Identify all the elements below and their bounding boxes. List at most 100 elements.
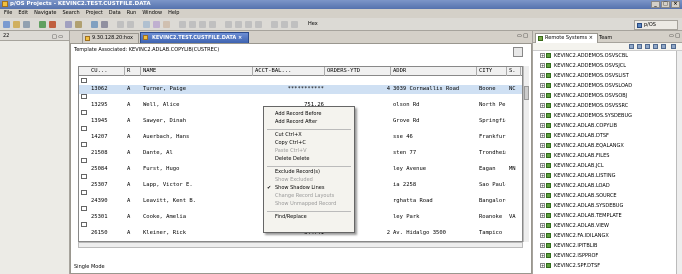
expand-icon[interactable]: + [540, 223, 545, 228]
cell-city[interactable]: Frankfurt [479, 133, 506, 142]
cell-cu[interactable]: 21508 [91, 149, 124, 158]
cell-cu[interactable]: 25307 [91, 181, 124, 190]
cell-name[interactable]: Cooke, Amelia [143, 213, 252, 222]
tool-icon[interactable] [179, 21, 186, 28]
cell-cu[interactable]: 13945 [91, 117, 124, 126]
tree-item[interactable]: + KEVINC2.ADDEMOS.SYSDEBUG [540, 112, 632, 120]
vertical-scrollbar[interactable] [676, 51, 682, 274]
cell-city[interactable]: Roanoke [479, 213, 506, 222]
cell-city[interactable]: Trondheim [479, 149, 506, 158]
expand-icon[interactable]: + [540, 163, 545, 168]
cell-cu[interactable]: 25301 [91, 213, 124, 222]
menu-run[interactable]: Run [127, 9, 137, 18]
cell-name[interactable]: Lapp, Victor E. [143, 181, 252, 190]
column-header[interactable]: CITY [477, 67, 507, 76]
tree-item[interactable]: + KEVINC2.ADLAB.DTSF [540, 132, 609, 140]
context-menu-item[interactable]: Show Shadow Lines [275, 185, 324, 191]
build-icon[interactable] [75, 21, 82, 28]
column-header[interactable]: R [125, 67, 141, 76]
expand-icon[interactable]: + [540, 53, 545, 58]
context-menu-item[interactable]: Add Record Before [275, 111, 321, 117]
cell-city[interactable]: Springfield [479, 117, 506, 126]
cell-city[interactable]: Boone [479, 85, 506, 94]
minimize-button[interactable]: _ [651, 1, 660, 8]
new-icon[interactable] [3, 21, 10, 28]
cell-addr[interactable]: Grove Rd [393, 117, 476, 126]
cell-r[interactable]: A [127, 133, 140, 142]
maximize-button[interactable]: □ [661, 1, 670, 8]
close-button[interactable]: × [671, 1, 680, 8]
cell-st[interactable]: NC [509, 85, 520, 94]
menu-help[interactable]: Help [168, 9, 179, 18]
expand-icon[interactable]: + [540, 153, 545, 158]
arrow-forward-icon[interactable] [127, 21, 134, 28]
cell-city[interactable]: North Perth [479, 101, 506, 110]
menu-search[interactable]: Search [63, 9, 80, 18]
expand-icon[interactable]: + [540, 93, 545, 98]
arrow-back-icon[interactable] [117, 21, 124, 28]
tree-item[interactable]: + KEVINC2.ADDEMOS.OSVSLIST [540, 72, 629, 80]
cell-addr[interactable]: sse 46 [393, 133, 476, 142]
editor-view-controls[interactable]: ▭ □ [517, 33, 528, 39]
search-icon[interactable] [65, 21, 72, 28]
open-icon[interactable] [13, 21, 20, 28]
cell-cu[interactable]: 13062 [91, 85, 124, 94]
tree-item[interactable]: + KEVINC2.ADDEMOS.OSVSJCL [540, 62, 626, 70]
tool-icon[interactable] [271, 21, 278, 28]
perspective-button[interactable]: p/OS Projects [634, 20, 678, 37]
expand-icon[interactable]: + [540, 183, 545, 188]
cell-addr[interactable]: ley Avenue [393, 165, 476, 174]
cell-st[interactable]: MN [509, 165, 520, 174]
tree-item[interactable]: + KEVINC2.ADDEMOS.OSVSSRC [540, 102, 628, 110]
column-header[interactable]: ADDR [391, 67, 477, 76]
tool-icon[interactable] [235, 21, 242, 28]
tree-item[interactable]: + KEVINC2.ADDEMOS.OSVSOBJ [540, 92, 627, 100]
tool-icon[interactable] [291, 21, 298, 28]
cell-cu[interactable]: 14207 [91, 133, 124, 142]
context-menu-item[interactable]: Find/Replace [275, 214, 307, 220]
cell-addr[interactable]: ley Park [393, 213, 476, 222]
expand-icon[interactable]: + [540, 83, 545, 88]
expand-icon[interactable]: + [540, 143, 545, 148]
context-menu-item[interactable]: Add Record After [275, 119, 317, 125]
debug-icon[interactable] [49, 21, 56, 28]
expand-icon[interactable]: + [540, 63, 545, 68]
tree-item[interactable]: + KEVINC2.ADDEMOS.OSVSLOAD [540, 82, 632, 90]
maximize-icon[interactable]: □ ▭ [52, 32, 63, 42]
cell-r[interactable]: A [127, 165, 140, 174]
expand-icon[interactable]: + [540, 103, 545, 108]
tool-icon[interactable] [189, 21, 196, 28]
left-view-tab[interactable]: 22 [3, 33, 9, 39]
column-header[interactable]: CU... [89, 67, 125, 76]
menu-project[interactable]: Project [86, 9, 103, 18]
expand-icon[interactable]: + [540, 113, 545, 118]
toolbar-icon[interactable] [671, 44, 676, 49]
tab-team[interactable]: Team [599, 34, 612, 43]
expand-icon[interactable]: + [540, 173, 545, 178]
tree-item[interactable]: + KEVINC2.ADLAB.LISTING [540, 172, 616, 180]
context-menu-item[interactable]: Cut Ctrl+X [275, 132, 302, 138]
tool-icon[interactable] [255, 21, 262, 28]
cell-r[interactable]: A [127, 229, 140, 238]
toolbar-icon[interactable] [653, 44, 658, 49]
cell-addr[interactable]: Av. Hidalgo 3500 [393, 229, 476, 238]
cell-name[interactable]: Turner, Paige [143, 85, 252, 94]
expand-icon[interactable]: + [540, 263, 545, 268]
expand-icon[interactable]: + [540, 233, 545, 238]
cell-name[interactable]: Furst, Hugo [143, 165, 252, 174]
cell-addr[interactable]: rghatta Road [393, 197, 476, 206]
cell-city[interactable]: Bangalore [479, 197, 506, 206]
tree-item[interactable]: + KEVINC2.ADLAB.SYSDEBUG [540, 202, 623, 210]
tool-icon[interactable] [143, 21, 150, 28]
cell-name[interactable]: Well, Alice [143, 101, 252, 110]
cell-bal[interactable]: *********** [255, 85, 324, 94]
cell-addr[interactable]: ia 2258 [393, 181, 476, 190]
cell-r[interactable]: A [127, 101, 140, 110]
tool-icon[interactable] [281, 21, 288, 28]
vertical-scrollbar[interactable] [523, 66, 529, 242]
horizontal-scrollbar[interactable] [78, 242, 523, 248]
table-row[interactable]: 13062 A Turner, Paige *********** 4 3039 Corn… [79, 85, 522, 94]
tool-icon[interactable] [245, 21, 252, 28]
column-header[interactable]: S. [507, 67, 521, 76]
menu-file[interactable]: File [4, 9, 12, 18]
